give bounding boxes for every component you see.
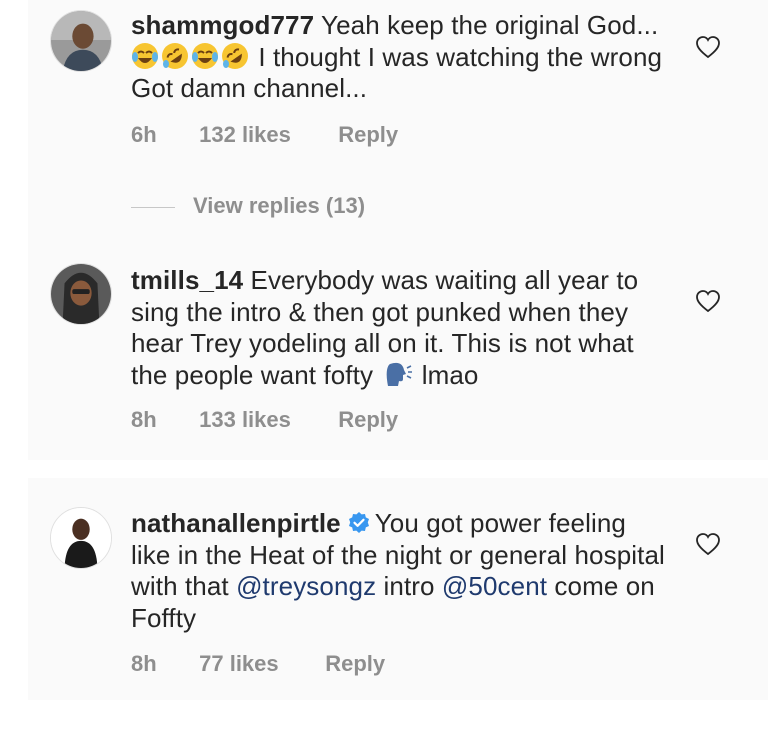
comment-body: Yeah keep the original God... [321,10,659,40]
comment-username[interactable]: nathanallenpirtle [131,508,341,538]
avatar-image [51,264,111,324]
comment-body-continued: intro [383,571,435,601]
view-replies-button[interactable]: View replies (13) [131,193,365,219]
emoji-group [131,42,258,72]
avatar[interactable] [50,507,112,569]
avatar-image [51,508,111,568]
reply-button[interactable]: Reply [338,407,398,433]
view-replies-label[interactable]: View replies (13) [193,193,365,218]
face-with-tears-of-joy-icon [192,42,218,69]
comment-time: 8h [131,407,157,432]
comment-text: nathanallenpirtle You got power feeling … [131,508,671,634]
comment-likes[interactable]: 132 likes [199,122,332,148]
like-heart-icon[interactable] [695,532,721,556]
comment-text: shammgod777 Yeah keep the original God..… [131,10,671,105]
comment-username[interactable]: shammgod777 [131,10,314,40]
comment-meta: 8h 77 likes Reply [131,651,385,677]
comment-meta: 6h 132 likes Reply [131,122,398,148]
rolling-on-floor-laughing-icon [222,42,248,69]
face-with-tears-of-joy-icon [132,42,158,69]
rolling-on-floor-laughing-icon [162,42,188,69]
mention-link[interactable]: @treysongz [236,571,376,601]
comment-time: 6h [131,122,157,147]
avatar[interactable] [50,10,112,72]
mention-link[interactable]: @50cent [442,571,547,601]
comment-likes[interactable]: 133 likes [199,407,332,433]
view-replies-divider [131,206,175,208]
speaking-head-icon [387,362,413,386]
comment-likes[interactable]: 77 likes [199,651,319,677]
comment-time: 8h [131,651,157,676]
verified-badge-icon [348,512,369,533]
reply-button[interactable]: Reply [325,651,385,677]
comment-meta: 8h 133 likes Reply [131,407,398,433]
avatar-image [51,11,111,71]
like-heart-icon[interactable] [695,289,721,313]
reply-button[interactable]: Reply [338,122,398,148]
comment-username[interactable]: tmills_14 [131,265,243,295]
comment-text: tmills_14 Everybody was waiting all year… [131,265,671,391]
avatar[interactable] [50,263,112,325]
comment-body-continued: lmao [421,359,479,390]
like-heart-icon[interactable] [695,35,721,59]
